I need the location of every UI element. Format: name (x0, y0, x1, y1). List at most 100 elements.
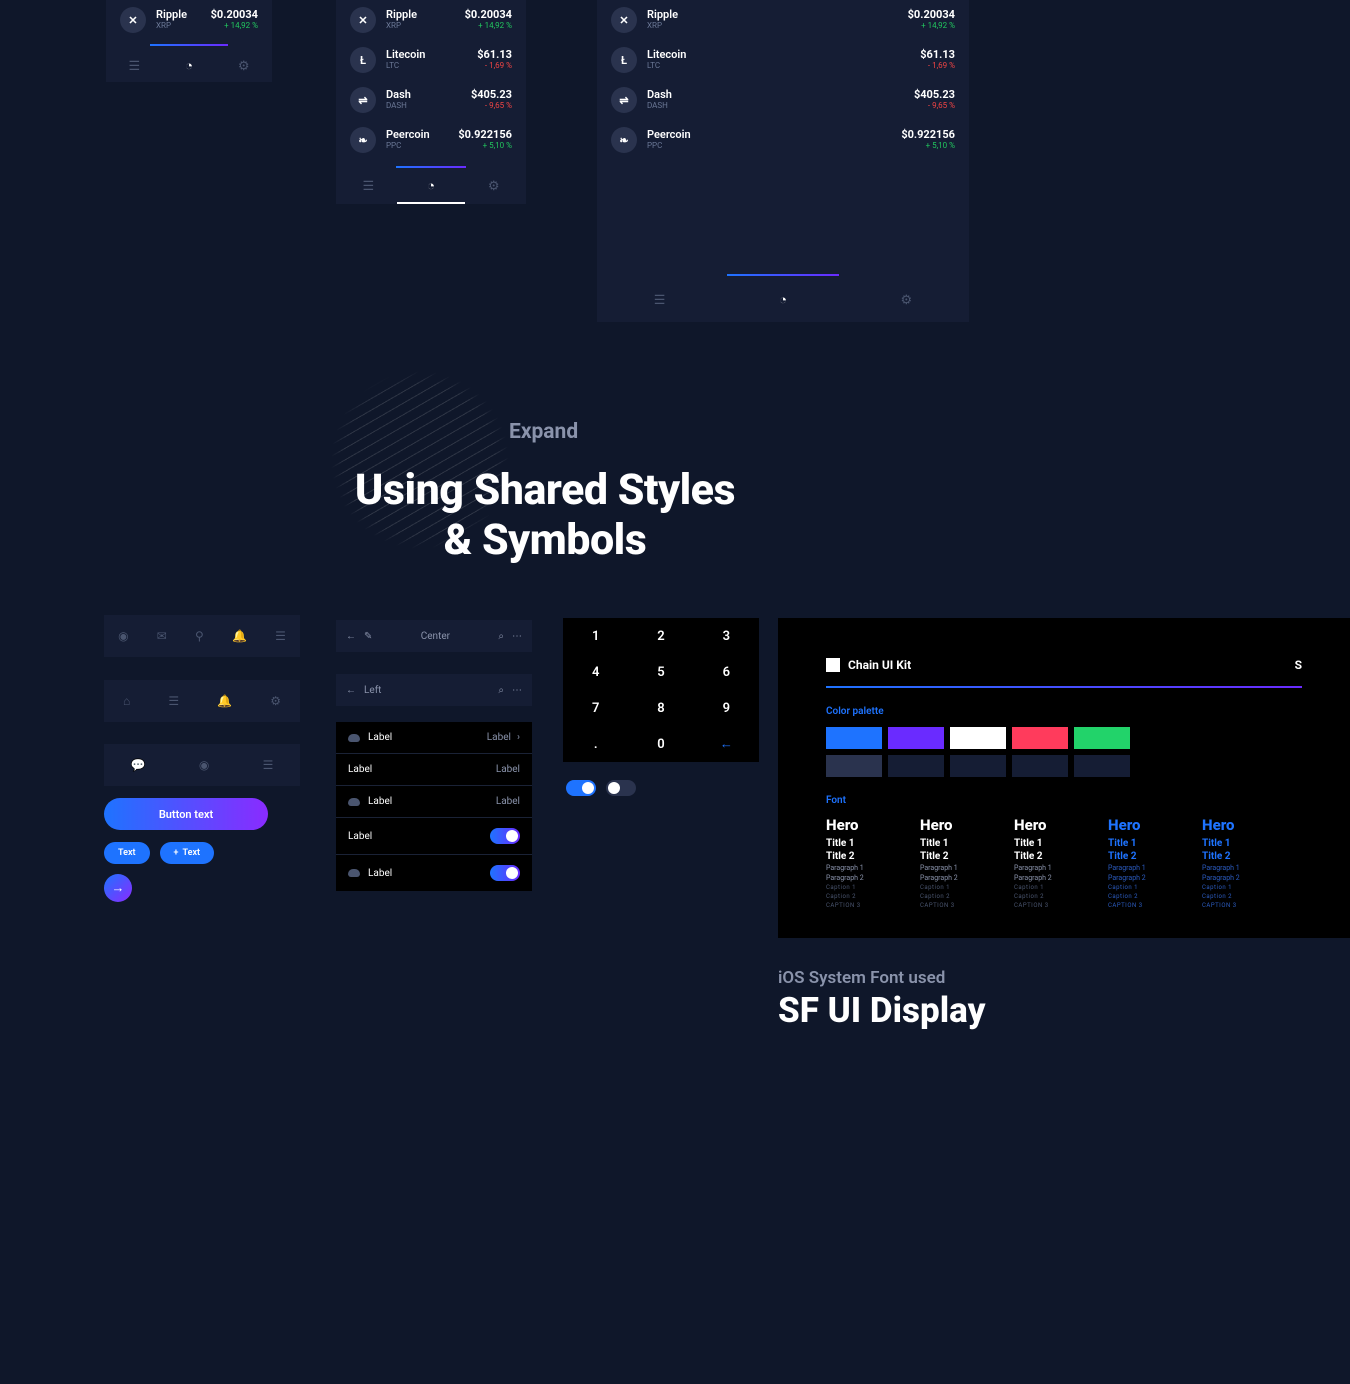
key-5[interactable]: 5 (628, 654, 693, 690)
bell-icon[interactable]: 🔔 (217, 694, 232, 708)
key-8[interactable]: 8 (628, 690, 693, 726)
coin-ripple[interactable]: ✕ RippleXRP $0.20034+ 14,92 % (597, 0, 969, 40)
settings-icon[interactable]: ⚙ (901, 293, 913, 308)
font-footnote: iOS System Font used (778, 968, 945, 988)
font-col-3: Hero Title 1 Title 2 Paragraph 1 Paragra… (1014, 816, 1080, 911)
cloud-icon (348, 734, 360, 742)
swatch-red (1012, 727, 1068, 749)
list-panel: LabelLabel› LabelLabel LabelLabel Label … (336, 722, 532, 891)
ripple-icon: ✕ (350, 7, 376, 33)
tabbar: ☰ ◔ ⚙ (336, 170, 526, 202)
toggle-on[interactable] (490, 828, 520, 844)
litecoin-icon: Ł (611, 47, 637, 73)
bell-icon[interactable]: 🔔 (232, 629, 247, 643)
coin-ripple[interactable]: ✕ Ripple XRP $0.20034 + 14,92 % (106, 0, 272, 40)
coin-dash[interactable]: ⇌ DashDASH $405.23- 9,65 % (597, 80, 969, 120)
gradient-line (727, 274, 839, 276)
hero-title: Using Shared Styles & Symbols (0, 465, 1090, 565)
primary-button[interactable]: Button text (104, 798, 268, 830)
swatch-row-2 (826, 755, 1302, 777)
coin-price: $0.20034 (211, 9, 258, 21)
coin-litecoin[interactable]: Ł LitecoinLTC $61.13- 1,69 % (336, 40, 526, 80)
briefcase-icon[interactable]: ☰ (168, 694, 179, 708)
topbar-left: ← Left ⌕ ⋯ (336, 674, 532, 706)
list-item[interactable]: Label (336, 855, 532, 891)
pill-button[interactable]: Text (104, 842, 150, 864)
chart-icon[interactable]: ◔ (779, 292, 787, 308)
keypad: 123 456 789 .0← (563, 618, 759, 762)
chat-icon[interactable]: 💬 (131, 758, 146, 772)
wallet-icon[interactable]: ☰ (362, 179, 374, 194)
back-icon[interactable]: ← (346, 631, 356, 642)
swatch-blue (826, 727, 882, 749)
litecoin-icon: Ł (350, 47, 376, 73)
coin-peercoin[interactable]: ❧ PeercoinPPC $0.922156+ 5,10 % (597, 120, 969, 160)
chart-icon[interactable]: ◔ (427, 178, 435, 194)
tabbar: ☰ ◔ ⚙ (106, 50, 272, 82)
switch-on[interactable] (566, 780, 596, 796)
key-3[interactable]: 3 (694, 618, 759, 654)
key-9[interactable]: 9 (694, 690, 759, 726)
coin-litecoin[interactable]: Ł LitecoinLTC $61.13- 1,69 % (597, 40, 969, 80)
key-6[interactable]: 6 (694, 654, 759, 690)
topbar-center: ← ✎ Center ⌕ ⋯ (336, 620, 532, 652)
arrow-right-icon: → (112, 880, 125, 896)
gear-icon[interactable]: ⚙ (270, 694, 281, 708)
coin-symbol: XRP (156, 21, 187, 31)
key-2[interactable]: 2 (628, 618, 693, 654)
phone-large: ✕ RippleXRP $0.20034+ 14,92 % Ł Litecoin… (597, 0, 969, 322)
list-item[interactable]: Label (336, 818, 532, 855)
key-7[interactable]: 7 (563, 690, 628, 726)
menu-icon[interactable]: ☰ (275, 629, 286, 643)
chart-icon[interactable]: ◔ (185, 58, 193, 74)
pill-plus-button[interactable]: +Text (160, 842, 215, 864)
compass-icon[interactable]: ◉ (118, 629, 128, 643)
font-col-1: Hero Title 1 Title 2 Paragraph 1 Paragra… (826, 816, 892, 911)
font-title: Font (826, 795, 1302, 806)
cloud-icon (348, 869, 360, 877)
settings-icon[interactable]: ⚙ (238, 59, 250, 74)
key-0[interactable]: 0 (628, 726, 693, 762)
pin-icon[interactable]: ⚲ (195, 629, 204, 643)
list-item[interactable]: LabelLabel› (336, 722, 532, 754)
ripple-icon: ✕ (611, 7, 637, 33)
edit-icon[interactable]: ✎ (364, 631, 372, 642)
key-4[interactable]: 4 (563, 654, 628, 690)
coin-dash[interactable]: ⇌ DashDASH $405.23- 9,65 % (336, 80, 526, 120)
switch-off[interactable] (606, 780, 636, 796)
back-icon[interactable]: ← (346, 685, 356, 696)
kit-logo: Chain UI Kit (826, 658, 911, 672)
coin-name: Ripple (156, 9, 187, 21)
dash-icon: ⇌ (611, 87, 637, 113)
list-item[interactable]: LabelLabel (336, 754, 532, 786)
styleguide: Chain UI Kit S Color palette Font Hero T… (778, 618, 1350, 938)
toggle-on[interactable] (490, 865, 520, 881)
list-item[interactable]: LabelLabel (336, 786, 532, 818)
coin-peercoin[interactable]: ❧ PeercoinPPC $0.922156+ 5,10 % (336, 120, 526, 160)
coin-ripple[interactable]: ✕ RippleXRP $0.20034+ 14,92 % (336, 0, 526, 40)
swatch-row-1 (826, 727, 1302, 749)
home-icon[interactable]: ⌂ (123, 694, 130, 708)
ripple-icon: ✕ (120, 7, 146, 33)
more-icon[interactable]: ⋯ (512, 631, 522, 642)
briefcase-icon[interactable]: ☰ (263, 758, 274, 772)
compass-icon[interactable]: ◉ (199, 758, 209, 772)
wallet-icon[interactable]: ☰ (654, 293, 666, 308)
search-icon[interactable]: ⌕ (498, 685, 504, 696)
font-name: SF UI Display (778, 990, 985, 1031)
search-icon[interactable]: ⌕ (498, 631, 504, 642)
fab-arrow[interactable]: → (104, 874, 132, 902)
cloud-icon (348, 798, 360, 806)
more-icon[interactable]: ⋯ (512, 685, 522, 696)
active-indicator (397, 202, 465, 204)
key-dot[interactable]: . (563, 726, 628, 762)
dash-icon: ⇌ (350, 87, 376, 113)
mail-icon[interactable]: ✉ (157, 629, 167, 643)
key-backspace[interactable]: ← (694, 726, 759, 762)
settings-icon[interactable]: ⚙ (488, 179, 500, 194)
phone-medium: ✕ RippleXRP $0.20034+ 14,92 % Ł Litecoin… (336, 0, 526, 204)
font-col-2: Hero Title 1 Title 2 Paragraph 1 Paragra… (920, 816, 986, 911)
key-1[interactable]: 1 (563, 618, 628, 654)
wallet-icon[interactable]: ☰ (128, 59, 140, 74)
peercoin-icon: ❧ (611, 127, 637, 153)
